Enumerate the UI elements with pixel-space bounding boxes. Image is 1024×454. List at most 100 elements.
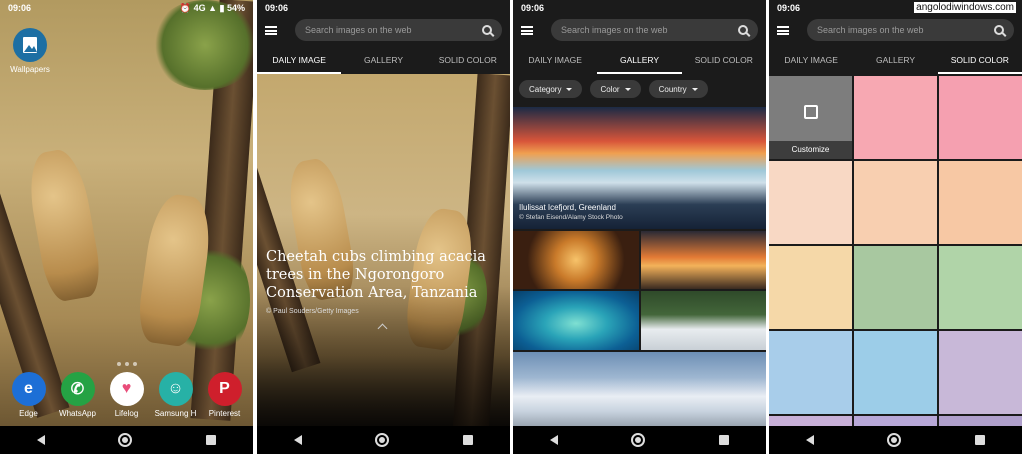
- wallpapers-app-icon: [13, 28, 47, 62]
- search-placeholder: Search images on the web: [817, 25, 924, 35]
- system-nav-bar: [769, 426, 1022, 454]
- filter-chips: Category Color Country: [519, 80, 708, 98]
- search-icon[interactable]: [482, 25, 492, 35]
- system-nav-bar: [0, 426, 253, 454]
- recents-icon[interactable]: [719, 435, 730, 445]
- page-indicator: [0, 362, 253, 366]
- tab-gallery[interactable]: GALLERY: [341, 48, 425, 74]
- color-swatch[interactable]: [769, 161, 852, 244]
- whatsapp-label: WhatsApp: [59, 409, 96, 418]
- home-icon[interactable]: [887, 433, 902, 447]
- solid-color-screen: 09:06 angolodiwindows.com Search images …: [769, 0, 1022, 454]
- color-swatch[interactable]: [939, 161, 1022, 244]
- tab-solid-color[interactable]: SOLID COLOR: [937, 48, 1022, 74]
- wallpapers-app-label: Wallpapers: [10, 65, 50, 74]
- status-bar: 09:06: [257, 0, 510, 16]
- whatsapp-icon: ✆: [60, 372, 95, 406]
- app-bar: Search images on the web: [769, 16, 1022, 44]
- watermark: angolodiwindows.com: [914, 2, 1016, 13]
- recents-icon[interactable]: [975, 435, 986, 445]
- menu-icon[interactable]: [265, 25, 277, 35]
- search-input[interactable]: Search images on the web: [551, 19, 758, 41]
- app-dock: e Edge ✆ WhatsApp ♥ Lifelog ☺ Samsung H …: [0, 372, 253, 418]
- gallery-thumbnail[interactable]: [513, 291, 639, 350]
- color-filter[interactable]: Color: [590, 80, 641, 98]
- heart-icon: ♥: [109, 372, 144, 406]
- gallery-thumbnail[interactable]: [641, 291, 766, 350]
- system-nav-bar: [257, 426, 510, 454]
- tab-gallery[interactable]: GALLERY: [853, 48, 937, 74]
- tab-bar: DAILY IMAGE GALLERY SOLID COLOR: [257, 48, 510, 74]
- customize-color-button[interactable]: Customize: [769, 76, 852, 159]
- status-time: 09:06: [8, 3, 32, 13]
- samsung-health-app[interactable]: ☺ Samsung H: [153, 372, 199, 418]
- home-icon[interactable]: [375, 433, 390, 447]
- home-icon[interactable]: [118, 433, 133, 447]
- recents-icon[interactable]: [206, 435, 217, 445]
- color-swatch[interactable]: [939, 76, 1022, 159]
- color-filter-label: Color: [600, 84, 620, 94]
- lifelog-label: Lifelog: [114, 409, 139, 418]
- color-swatch[interactable]: [769, 416, 852, 426]
- gallery-thumbnail[interactable]: [513, 231, 639, 289]
- edit-icon: [803, 105, 818, 119]
- tab-gallery[interactable]: GALLERY: [597, 48, 682, 74]
- tab-solid-color[interactable]: SOLID COLOR: [426, 48, 510, 74]
- gallery-thumbnail[interactable]: [513, 352, 766, 426]
- tab-solid-color[interactable]: SOLID COLOR: [682, 48, 766, 74]
- search-placeholder: Search images on the web: [305, 25, 412, 35]
- search-input[interactable]: Search images on the web: [295, 19, 502, 41]
- country-filter[interactable]: Country: [648, 80, 708, 98]
- caret-down-icon: [624, 87, 631, 91]
- color-swatch[interactable]: [939, 331, 1022, 414]
- caret-down-icon: [691, 87, 698, 91]
- lifelog-app[interactable]: ♥ Lifelog: [104, 372, 150, 418]
- daily-image-title: Cheetah cubs climbing acacia trees in th…: [266, 249, 486, 301]
- customize-label: Customize: [769, 141, 852, 159]
- back-icon[interactable]: [549, 435, 558, 445]
- tab-daily-image[interactable]: DAILY IMAGE: [513, 48, 597, 74]
- edge-app[interactable]: e Edge: [6, 372, 52, 418]
- tab-bar: DAILY IMAGE GALLERY SOLID COLOR: [769, 48, 1022, 74]
- gallery-caption-title: Ilulissat Icefjord, Greenland: [519, 203, 616, 212]
- color-swatch[interactable]: [854, 416, 937, 426]
- health-figure-icon: ☺: [158, 372, 193, 406]
- recents-icon[interactable]: [463, 435, 474, 445]
- color-swatch[interactable]: [769, 246, 852, 329]
- category-filter[interactable]: Category: [519, 80, 583, 98]
- search-input[interactable]: Search images on the web: [807, 19, 1014, 41]
- edge-icon: e: [11, 372, 46, 406]
- gallery-caption-credit: © Stefan Eisend/Alamy Stock Photo: [519, 214, 623, 221]
- color-swatch[interactable]: [939, 246, 1022, 329]
- color-swatch[interactable]: [854, 331, 937, 414]
- menu-icon[interactable]: [777, 25, 789, 35]
- menu-icon[interactable]: [521, 25, 533, 35]
- tab-daily-image[interactable]: DAILY IMAGE: [769, 48, 853, 74]
- search-icon[interactable]: [738, 25, 748, 35]
- status-icons: ⏰ 4G ▲ ▮ 54%: [179, 3, 245, 13]
- pinterest-icon: P: [207, 372, 242, 406]
- tab-daily-image[interactable]: DAILY IMAGE: [257, 48, 342, 74]
- color-swatch[interactable]: [854, 161, 937, 244]
- pinterest-app[interactable]: P Pinterest: [202, 372, 248, 418]
- gallery-thumbnail[interactable]: [641, 231, 766, 289]
- country-filter-label: Country: [658, 84, 687, 94]
- status-time: 09:06: [777, 3, 801, 13]
- back-icon[interactable]: [36, 435, 45, 445]
- tab-bar: DAILY IMAGE GALLERY SOLID COLOR: [513, 48, 766, 74]
- whatsapp-app[interactable]: ✆ WhatsApp: [55, 372, 101, 418]
- back-icon[interactable]: [293, 435, 302, 445]
- color-swatch[interactable]: [939, 416, 1022, 426]
- home-icon[interactable]: [631, 433, 646, 447]
- system-nav-bar: [513, 426, 766, 454]
- search-icon[interactable]: [994, 25, 1004, 35]
- category-filter-label: Category: [529, 84, 562, 94]
- back-icon[interactable]: [805, 435, 814, 445]
- edge-label: Edge: [19, 409, 38, 418]
- color-swatch[interactable]: [769, 331, 852, 414]
- color-swatch[interactable]: [854, 246, 937, 329]
- wallpapers-app[interactable]: Wallpapers: [6, 28, 54, 74]
- app-bar: Search images on the web: [513, 16, 766, 44]
- home-screen: 09:06 ⏰ 4G ▲ ▮ 54% Wallpapers e Edge ✆ W…: [0, 0, 253, 454]
- color-swatch[interactable]: [854, 76, 937, 159]
